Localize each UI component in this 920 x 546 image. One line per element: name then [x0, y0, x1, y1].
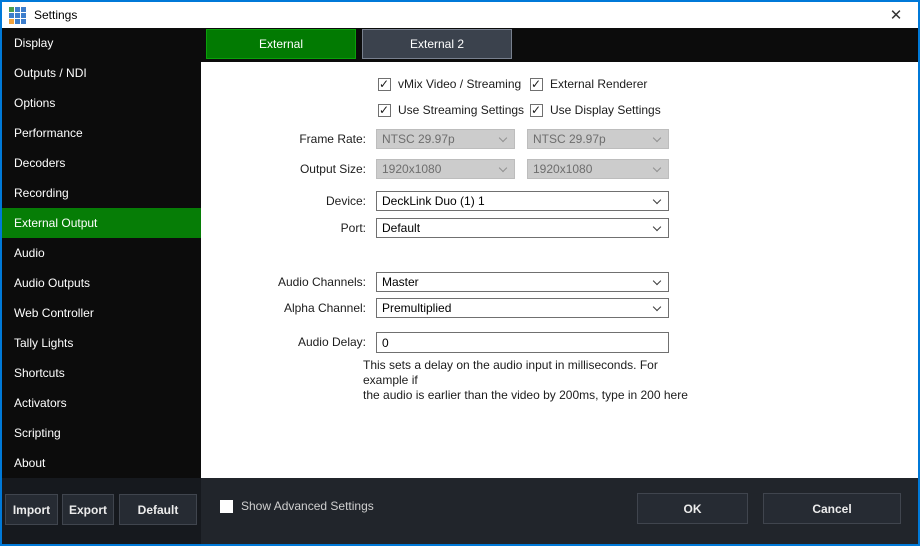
frame-rate-value-1: NTSC 29.97p	[382, 132, 455, 146]
sidebar-item-display[interactable]: Display	[2, 28, 201, 58]
sidebar-item-web-controller[interactable]: Web Controller	[2, 298, 201, 328]
import-button[interactable]: Import	[5, 494, 58, 525]
use-display-settings-label: Use Display Settings	[550, 103, 661, 117]
alpha-channel-label: Alpha Channel:	[201, 298, 366, 318]
vmix-video-streaming-label: vMix Video / Streaming	[398, 77, 521, 91]
use-streaming-settings-checkbox[interactable]	[378, 104, 391, 117]
vmix-video-streaming-checkbox[interactable]	[378, 78, 391, 91]
bottom-bar: Show Advanced Settings OK Cancel	[201, 478, 918, 544]
main-area: External External 2 vMix Video / Streami…	[201, 28, 918, 544]
window-title: Settings	[34, 8, 77, 22]
frame-rate-select-2: NTSC 29.97p	[527, 129, 669, 149]
device-value: DeckLink Duo (1) 1	[382, 194, 485, 208]
show-advanced-settings-group: Show Advanced Settings	[220, 499, 374, 513]
audio-delay-help-line-2: the audio is earlier than the video by 2…	[363, 388, 699, 403]
titlebar: Settings ✕	[2, 2, 918, 28]
alpha-channel-select[interactable]: Premultiplied	[376, 298, 669, 318]
sidebar-item-audio[interactable]: Audio	[2, 238, 201, 268]
sidebar: Display Outputs / NDI Options Performanc…	[2, 28, 201, 544]
audio-delay-input[interactable]	[376, 332, 669, 353]
settings-panel: vMix Video / Streaming External Renderer…	[201, 62, 918, 478]
audio-channels-select[interactable]: Master	[376, 272, 669, 292]
sidebar-item-shortcuts[interactable]: Shortcuts	[2, 358, 201, 388]
sidebar-item-recording[interactable]: Recording	[2, 178, 201, 208]
device-label: Device:	[201, 191, 366, 211]
sidebar-item-decoders[interactable]: Decoders	[2, 148, 201, 178]
output-size-select-1: 1920x1080	[376, 159, 515, 179]
output-size-label: Output Size:	[201, 159, 366, 179]
sidebar-item-audio-outputs[interactable]: Audio Outputs	[2, 268, 201, 298]
ok-button[interactable]: OK	[637, 493, 748, 524]
chevron-down-icon	[653, 164, 661, 172]
window-body: Display Outputs / NDI Options Performanc…	[2, 28, 918, 544]
external-renderer-checkbox-group: External Renderer	[530, 76, 647, 92]
frame-rate-value-2: NTSC 29.97p	[533, 132, 606, 146]
chevron-down-icon	[499, 134, 507, 142]
use-streaming-settings-label: Use Streaming Settings	[398, 103, 524, 117]
export-button[interactable]: Export	[62, 494, 114, 525]
external-renderer-label: External Renderer	[550, 77, 647, 91]
sidebar-footer: Import Export Default	[2, 478, 201, 544]
vmix-logo-icon	[9, 7, 26, 24]
close-button[interactable]: ✕	[874, 2, 918, 28]
sidebar-item-external-output[interactable]: External Output	[2, 208, 201, 238]
chevron-down-icon	[653, 196, 661, 204]
default-button[interactable]: Default	[119, 494, 197, 525]
chevron-down-icon	[653, 303, 661, 311]
sidebar-item-about[interactable]: About	[2, 448, 201, 478]
chevron-down-icon	[653, 134, 661, 142]
vmix-video-streaming-checkbox-group: vMix Video / Streaming	[378, 76, 521, 92]
output-size-select-2: 1920x1080	[527, 159, 669, 179]
sidebar-item-outputs-ndi[interactable]: Outputs / NDI	[2, 58, 201, 88]
alpha-channel-value: Premultiplied	[382, 301, 451, 315]
close-icon: ✕	[890, 6, 903, 24]
device-select[interactable]: DeckLink Duo (1) 1	[376, 191, 669, 211]
use-display-settings-checkbox-group: Use Display Settings	[530, 102, 661, 118]
use-display-settings-checkbox[interactable]	[530, 104, 543, 117]
settings-window: Settings ✕ Display Outputs / NDI Options…	[0, 0, 920, 546]
sidebar-item-options[interactable]: Options	[2, 88, 201, 118]
tab-external-2[interactable]: External 2	[362, 29, 512, 59]
show-advanced-settings-checkbox[interactable]	[220, 500, 233, 513]
audio-delay-label: Audio Delay:	[201, 332, 366, 352]
chevron-down-icon	[653, 223, 661, 231]
output-size-value-1: 1920x1080	[382, 162, 441, 176]
audio-delay-help-text: This sets a delay on the audio input in …	[363, 358, 699, 403]
chevron-down-icon	[499, 164, 507, 172]
output-size-value-2: 1920x1080	[533, 162, 592, 176]
audio-delay-help-line-1: This sets a delay on the audio input in …	[363, 358, 699, 388]
cancel-button[interactable]: Cancel	[763, 493, 901, 524]
sidebar-item-performance[interactable]: Performance	[2, 118, 201, 148]
external-renderer-checkbox[interactable]	[530, 78, 543, 91]
port-label: Port:	[201, 218, 366, 238]
audio-channels-label: Audio Channels:	[201, 272, 366, 292]
frame-rate-label: Frame Rate:	[201, 129, 366, 149]
frame-rate-select-1: NTSC 29.97p	[376, 129, 515, 149]
tab-row: External External 2	[201, 28, 918, 62]
port-value: Default	[382, 221, 420, 235]
chevron-down-icon	[653, 277, 661, 285]
show-advanced-settings-label: Show Advanced Settings	[241, 499, 374, 513]
tab-external[interactable]: External	[206, 29, 356, 59]
sidebar-item-scripting[interactable]: Scripting	[2, 418, 201, 448]
use-streaming-settings-checkbox-group: Use Streaming Settings	[378, 102, 524, 118]
sidebar-item-tally-lights[interactable]: Tally Lights	[2, 328, 201, 358]
audio-channels-value: Master	[382, 275, 419, 289]
sidebar-item-activators[interactable]: Activators	[2, 388, 201, 418]
port-select[interactable]: Default	[376, 218, 669, 238]
